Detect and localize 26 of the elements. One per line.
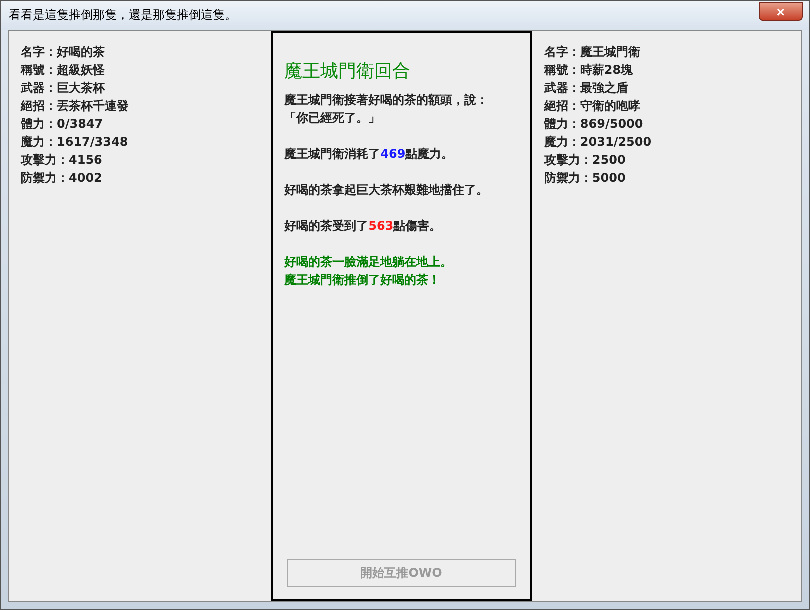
stat-line: 稱號：時薪28塊 xyxy=(544,62,634,79)
stat-line: 絕招：守衛的咆哮 xyxy=(544,98,642,115)
stat-line: 絕招：丟茶杯千連發 xyxy=(21,98,130,115)
stat-line: 攻擊力：4156 xyxy=(21,152,104,169)
stat-line: 魔力：1617/3348 xyxy=(21,134,130,151)
stat-line: 防禦力：5000 xyxy=(544,170,627,187)
log-line: 魔王城門衛推倒了好喝的茶！ xyxy=(284,272,442,289)
log-line: 魔王城門衛接著好喝的茶的額頭，說： xyxy=(284,92,490,109)
log-line: 好喝的茶一臉滿足地躺在地上。 xyxy=(284,254,454,271)
stat-line: 防禦力：4002 xyxy=(21,170,104,187)
stat-line: 體力：0/3847 xyxy=(21,116,104,133)
stat-line: 武器：最強之盾 xyxy=(544,80,630,97)
stat-line: 攻擊力：2500 xyxy=(544,152,627,169)
stat-line: 名字：魔王城門衛 xyxy=(544,44,642,61)
close-button[interactable]: × xyxy=(759,2,803,21)
log-line: 魔王城門衛消耗了469點魔力。 xyxy=(284,146,455,163)
stat-line: 魔力：2031/2500 xyxy=(544,134,653,151)
stat-line: 體力：869/5000 xyxy=(544,116,644,133)
window-title: 看看是這隻推倒那隻，還是那隻推倒這隻。 xyxy=(9,7,237,24)
stat-line: 名字：好喝的茶 xyxy=(21,44,106,61)
log-line: 好喝的茶拿起巨大茶杯艱難地擋住了。 xyxy=(284,182,490,199)
stat-line: 武器：巨大茶杯 xyxy=(21,80,106,97)
turn-heading: 魔王城門衛回合 xyxy=(284,60,412,83)
stat-line: 稱號：超級妖怪 xyxy=(21,62,106,79)
log-line: 「你已經死了。」 xyxy=(284,110,382,127)
log-line: 好喝的茶受到了 563點傷害。 xyxy=(284,218,443,235)
